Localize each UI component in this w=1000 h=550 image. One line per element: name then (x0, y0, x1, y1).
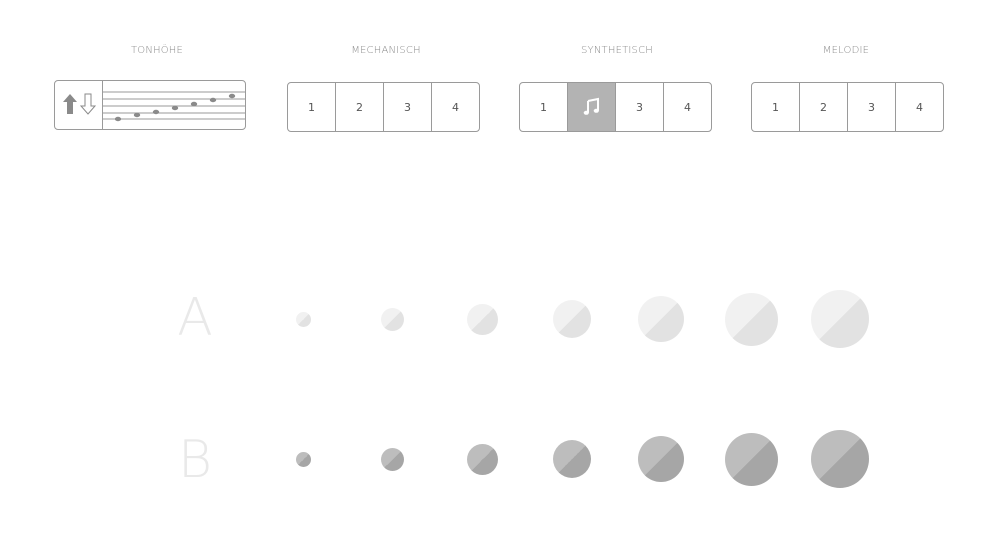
music-note-icon (583, 97, 599, 115)
synthetic-option-1[interactable]: 1 (520, 83, 567, 131)
synthetic-selector: 1 ♫ 3 4 (519, 82, 712, 132)
synthetic-label: SYNTHETISCH (581, 45, 653, 56)
size-dot-b-4[interactable] (553, 440, 591, 478)
music-staff-icon (103, 81, 245, 129)
mechanical-option-4[interactable]: 4 (431, 83, 479, 131)
size-dot-a-4[interactable] (553, 300, 591, 338)
size-dot-b-3[interactable] (466, 443, 498, 475)
synthetic-option-3[interactable]: 3 (615, 83, 663, 131)
melody-option-4[interactable]: 4 (895, 83, 943, 131)
size-dot-b-5[interactable] (638, 436, 684, 482)
sound-settings-panel: TONHÖHE MECHANISCH SYNTHETISCH MELODIE 1… (0, 0, 1000, 550)
pitch-label: TONHÖHE (130, 45, 184, 56)
size-dot-b-1[interactable] (295, 451, 311, 467)
size-dot-a-5[interactable] (638, 296, 684, 342)
melody-option-1[interactable]: 1 (752, 83, 799, 131)
up-down-arrows-icon[interactable] (55, 81, 103, 129)
synthetic-option-4[interactable]: 4 (663, 83, 711, 131)
size-dot-b-7[interactable] (811, 430, 869, 488)
mechanical-option-2[interactable]: 2 (335, 83, 383, 131)
mechanical-label: MECHANISCH (351, 45, 421, 56)
size-dot-a-1[interactable] (295, 311, 311, 327)
melody-selector: 1 2 3 4 (751, 82, 944, 132)
size-dot-a-2[interactable] (380, 307, 404, 331)
melody-option-2[interactable]: 2 (799, 83, 847, 131)
mechanical-option-3[interactable]: 3 (383, 83, 431, 131)
row-b-label: B (177, 430, 213, 490)
synthetic-option-2[interactable]: ♫ (567, 83, 615, 131)
mechanical-option-1[interactable]: 1 (288, 83, 335, 131)
pitch-control[interactable] (54, 80, 246, 130)
size-dot-b-6[interactable] (724, 432, 778, 486)
size-dot-a-6[interactable] (724, 292, 778, 346)
row-a-label: A (177, 288, 213, 348)
melody-label: MELODIE (822, 45, 870, 56)
size-dot-a-7[interactable] (811, 290, 869, 348)
mechanical-selector: 1 2 3 4 (287, 82, 480, 132)
melody-option-3[interactable]: 3 (847, 83, 895, 131)
size-dot-b-2[interactable] (380, 447, 404, 471)
size-dot-a-3[interactable] (466, 303, 498, 335)
